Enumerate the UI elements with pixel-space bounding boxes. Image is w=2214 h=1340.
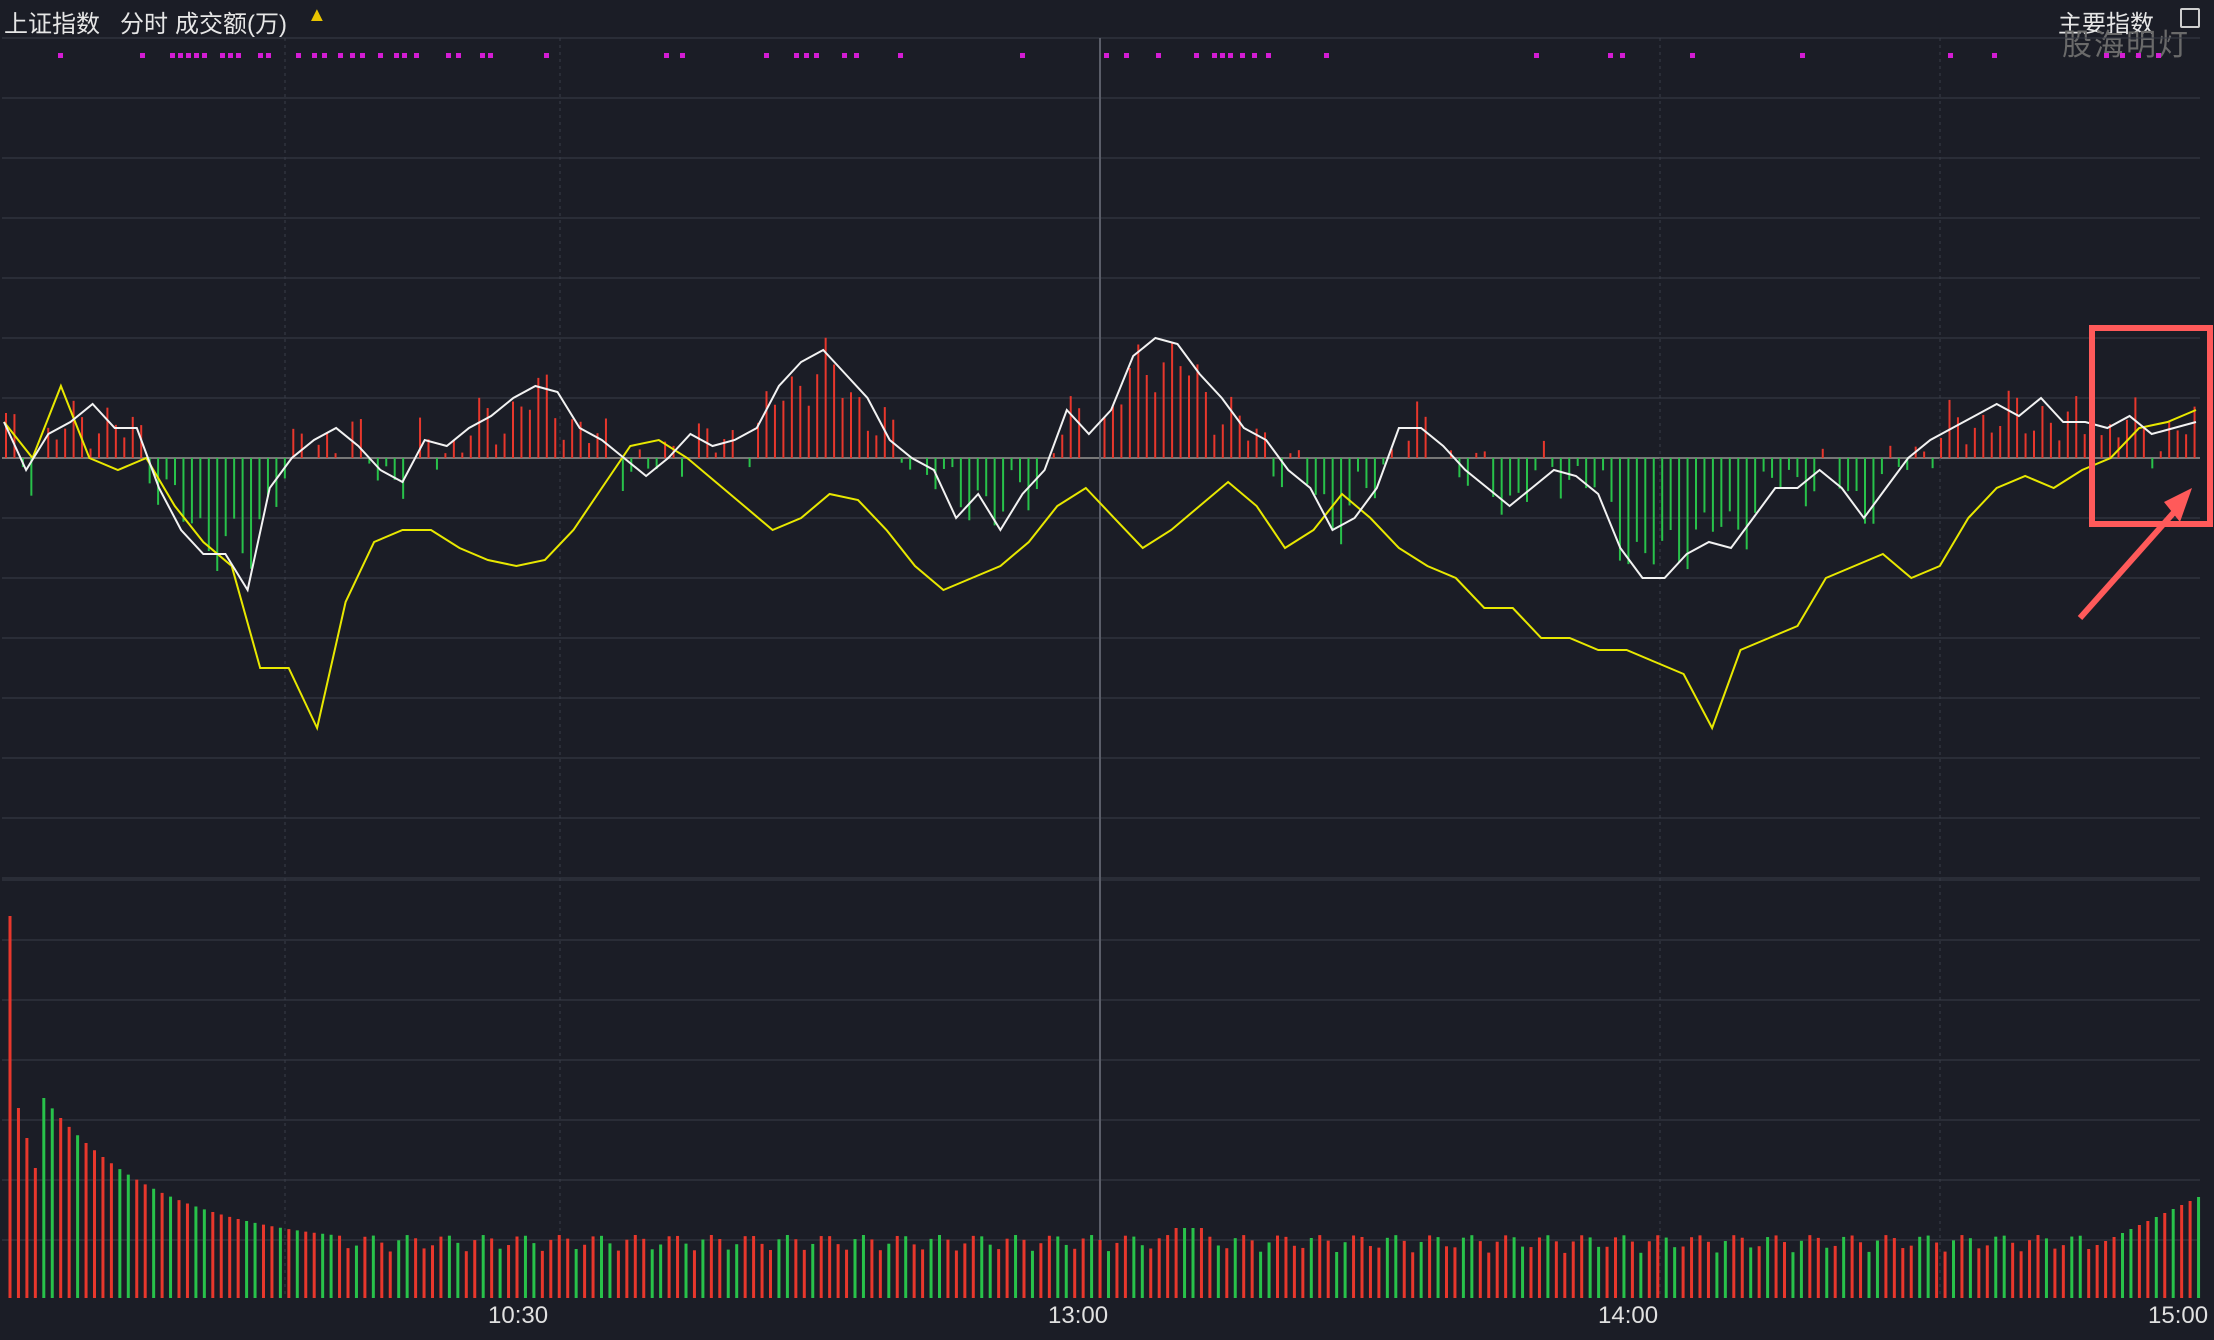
- signal-dot: [194, 53, 199, 58]
- signal-dot: [312, 53, 317, 58]
- signal-dot: [378, 53, 383, 58]
- signal-dot: [1156, 53, 1161, 58]
- signal-dot: [446, 53, 451, 58]
- signal-dot: [1800, 53, 1805, 58]
- signal-dot: [2120, 53, 2125, 58]
- signal-dot: [414, 53, 419, 58]
- signal-dot: [338, 53, 343, 58]
- signal-dot: [1690, 53, 1695, 58]
- signal-dot: [1608, 53, 1613, 58]
- signal-dot: [1534, 53, 1539, 58]
- signal-dot: [1194, 53, 1199, 58]
- x-tick-1030: 10:30: [488, 1302, 549, 1329]
- signal-dot: [664, 53, 669, 58]
- signal-dot: [186, 53, 191, 58]
- signal-dot: [1212, 53, 1217, 58]
- signal-dot: [236, 53, 241, 58]
- signal-dot: [1220, 53, 1225, 58]
- signal-dot: [2156, 53, 2161, 58]
- signal-dot: [1266, 53, 1271, 58]
- signal-dot: [266, 53, 271, 58]
- signal-dot: [1240, 53, 1245, 58]
- signal-dot: [170, 53, 175, 58]
- signal-dot: [258, 53, 263, 58]
- signal-dot: [2136, 53, 2141, 58]
- signal-dot: [350, 53, 355, 58]
- signal-dot: [680, 53, 685, 58]
- signal-dot: [402, 53, 407, 58]
- signal-dot: [1104, 53, 1109, 58]
- signal-dot: [1252, 53, 1257, 58]
- signal-dot: [178, 53, 183, 58]
- signal-dot: [842, 53, 847, 58]
- signal-dot: [1948, 53, 1953, 58]
- signal-dot: [794, 53, 799, 58]
- signal-dot: [456, 53, 461, 58]
- signal-dot: [854, 53, 859, 58]
- signal-dot: [898, 53, 903, 58]
- intraday-chart[interactable]: [0, 0, 2214, 1340]
- signal-dot: [322, 53, 327, 58]
- signal-dot: [764, 53, 769, 58]
- x-tick-1400: 14:00: [1598, 1302, 1659, 1329]
- signal-dot: [220, 53, 225, 58]
- x-tick-1500: 15:00: [2148, 1302, 2209, 1329]
- signal-dot: [1992, 53, 1997, 58]
- signal-dot: [296, 53, 301, 58]
- signal-dot: [1124, 53, 1129, 58]
- x-tick-1300: 13:00: [1048, 1302, 1109, 1329]
- signal-dot: [488, 53, 493, 58]
- signal-dot: [480, 53, 485, 58]
- signal-dot: [1228, 53, 1233, 58]
- signal-dot: [202, 53, 207, 58]
- signal-dot: [1020, 53, 1025, 58]
- signal-dot: [58, 53, 63, 58]
- signal-dot: [1620, 53, 1625, 58]
- signal-dot: [360, 53, 365, 58]
- signal-dot: [228, 53, 233, 58]
- signal-dot: [394, 53, 399, 58]
- signal-dot: [544, 53, 549, 58]
- signal-dot: [2104, 53, 2109, 58]
- signal-dot: [1324, 53, 1329, 58]
- signal-dot: [814, 53, 819, 58]
- signal-dot: [804, 53, 809, 58]
- signal-dot: [140, 53, 145, 58]
